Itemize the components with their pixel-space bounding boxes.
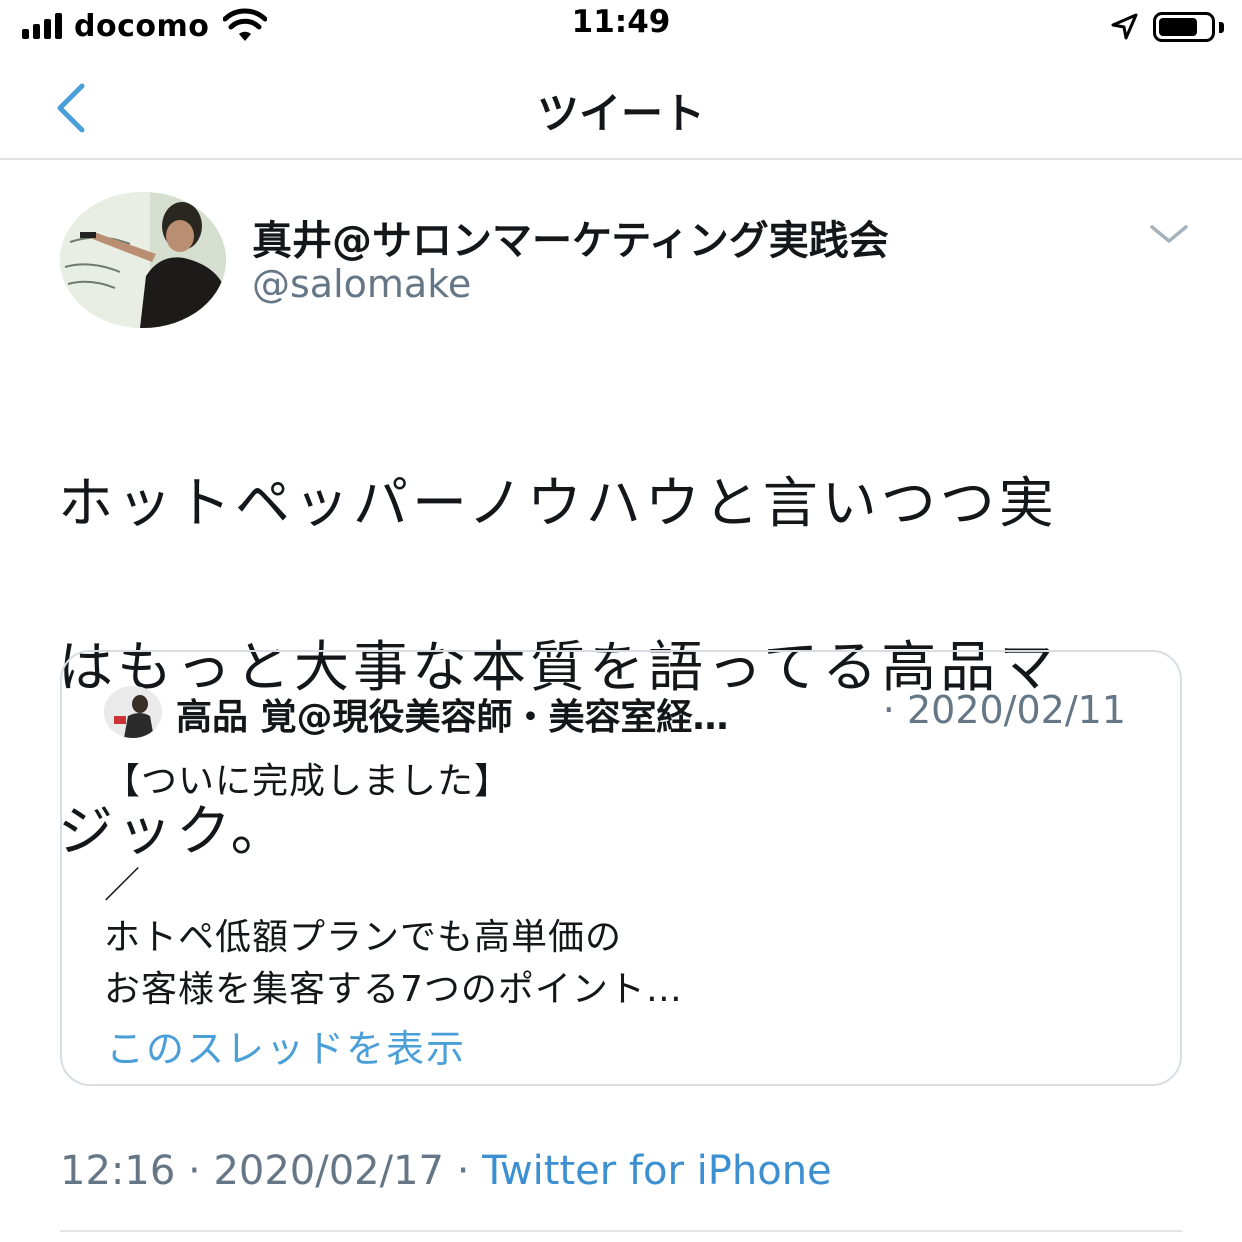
quoted-author-avatar [104,686,162,738]
status-bar: docomo 11:49 [0,0,1242,56]
battery-icon [1153,12,1215,42]
tweet-date: 2020/02/17 [213,1148,444,1194]
page-title: ツイート [536,89,705,138]
quoted-author-name: 高品 覚@現役美容師・美容室経… [176,697,729,738]
show-thread-link[interactable]: このスレッドを表示 [106,1018,466,1073]
battery-level-fill [1159,18,1197,36]
meta-separator: · [456,1148,470,1194]
quoted-tweet-card[interactable]: 高品 覚@現役美容師・美容室経… · 2020/02/11 【ついに完成しました… [60,650,1182,1086]
quoted-text-line: ／ [104,865,142,906]
chevron-down-icon[interactable] [1146,218,1192,250]
quoted-text-line: 【ついに完成しました】 [104,761,512,802]
quoted-text-line: お客様を集客する7つのポイント… [104,969,683,1010]
quoted-author-avatar-photo [104,686,162,738]
navigation-bar: ツイート [0,56,1242,160]
location-arrow-icon [1111,13,1138,40]
meta-separator: · [188,1148,201,1194]
author-avatar[interactable] [60,192,226,328]
author-handle[interactable]: @salomake [252,262,471,306]
author-avatar-photo [60,192,226,328]
author-display-name[interactable]: 真井@サロンマーケティング実践会 [252,208,889,266]
quoted-date-separator: · [882,688,895,732]
tweet-time: 12:16 [60,1148,176,1194]
tweet-meta: 12:16 · 2020/02/17 · Twitter for iPhone [60,1148,832,1194]
status-bar-right [1109,8,1224,46]
tweet-text-line: ホットペッパーノウハウと言いつつ実 [58,471,1058,535]
battery-tip [1219,21,1224,33]
quoted-text-line [104,808,1134,860]
quoted-text-line: ホトペ低額プランでも高単価の [104,917,623,958]
status-time: 11:49 [571,4,671,40]
quoted-date-value: 2020/02/11 [906,688,1126,732]
divider [60,1230,1182,1232]
quoted-date: · 2020/02/11 [883,688,1126,732]
tweet-detail-screen: docomo 11:49 ツイート 真井@サロンマーケティング実践会 @salo… [0,0,1242,1242]
quoted-tweet-text: 【ついに完成しました】 ／ ホトペ低額プランでも高単価の お客様を集客する7つの… [104,756,1134,1016]
tweet-source-link[interactable]: Twitter for iPhone [482,1148,832,1194]
